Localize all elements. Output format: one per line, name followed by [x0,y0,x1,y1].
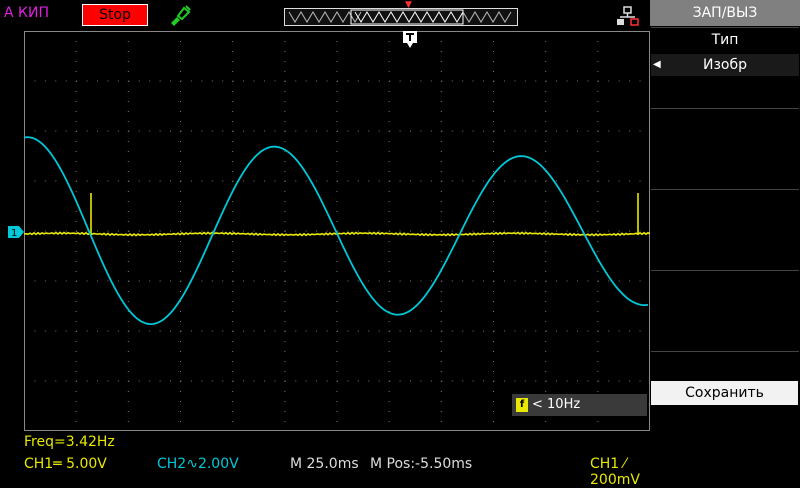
menu-title: ЗАП/ВЫЗ [650,0,800,26]
trigger-frequency-value: < 10Hz [532,397,581,412]
svg-text:1: 1 [11,228,17,238]
frequency-readout: Freq=3.42Hz [24,434,115,450]
trigger-frequency-readout: f < 10Hz [512,394,647,416]
ch1-ground-marker-icon[interactable]: 1 [8,226,24,238]
ch1-scale[interactable]: CH1═ 5.00V [24,456,107,472]
probe-icon [171,5,191,26]
menu-item-type-value: Изобр [702,57,747,73]
trigger-frequency-icon: f [516,397,528,412]
side-menu: ЗАП/ВЫЗ Тип ◀ Изобр [650,0,800,480]
trigger-setting[interactable]: CH1 ⁄ 200mV [590,456,650,488]
menu-item-type-label: Тип [711,32,739,48]
run-stop-indicator[interactable]: Stop [82,4,148,26]
trigger-position-icon[interactable] [403,31,417,49]
trigger-position-marker-top: ▼ [405,0,412,10]
menu-item-empty-4[interactable] [651,270,799,351]
top-status-bar: А КИП Stop ▼ [0,0,650,30]
menu-item-empty-3[interactable] [651,189,799,270]
timebase[interactable]: M 25.0ms [290,456,359,472]
menu-item-type[interactable]: Тип ◀ Изобр [651,27,799,108]
horizontal-position[interactable]: M Pos:-5.50ms [370,456,472,472]
waveform-display[interactable] [24,31,650,431]
save-button[interactable]: Сохранить [651,381,798,405]
menu-item-type-value-box[interactable]: ◀ Изобр [651,54,799,76]
menu-item-empty-2[interactable] [651,108,799,189]
left-arrow-icon: ◀ [653,59,661,70]
bottom-status-bar: Freq=3.42Hz CH1═ 5.00V CH2∿2.00V M 25.0m… [0,432,650,488]
ch2-scale[interactable]: CH2∿2.00V [157,456,239,472]
memory-position-bar[interactable] [284,8,518,26]
acquisition-mode[interactable]: А КИП [4,5,49,21]
memory-waveform-icon [288,9,512,25]
usb-network-icon [617,6,639,26]
